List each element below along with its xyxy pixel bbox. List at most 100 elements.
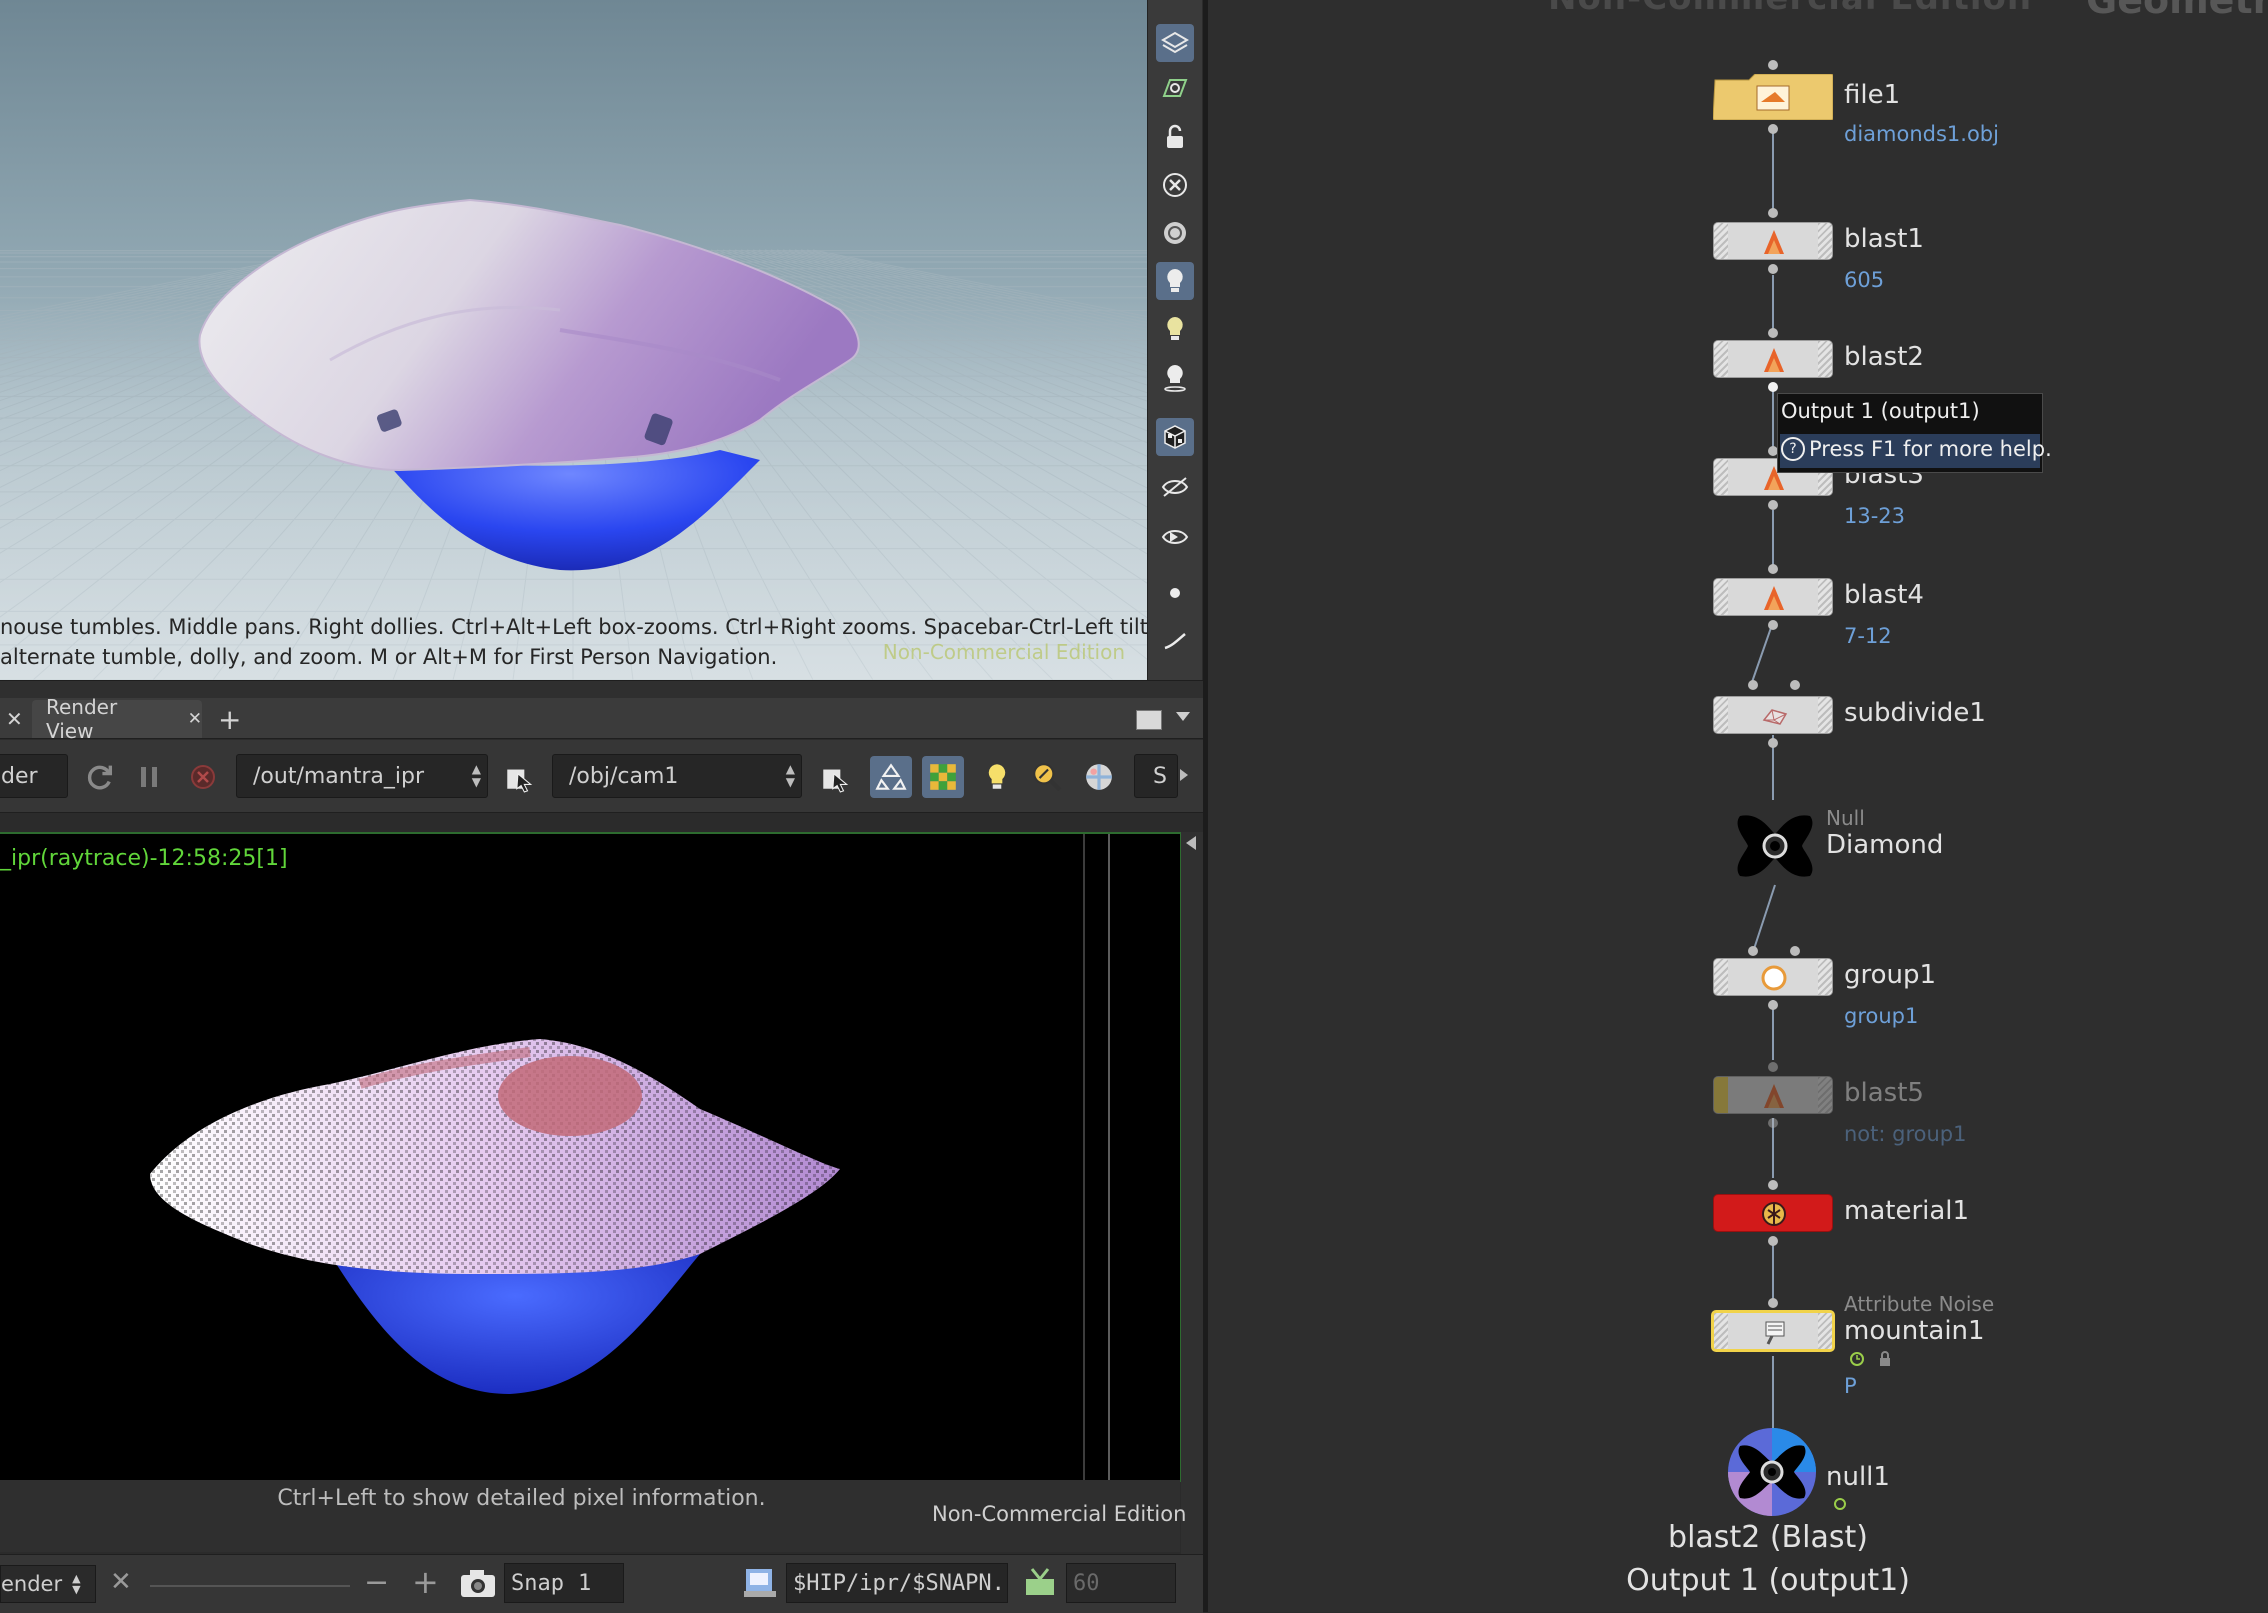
render-mode-select[interactable]: ender ▲ ▼ [0, 1565, 96, 1603]
overflow-label: S [1153, 763, 1167, 789]
render-button-label: der [1, 763, 38, 789]
save-frames-icon[interactable] [1020, 1565, 1060, 1601]
checker-icon[interactable] [1156, 418, 1194, 456]
lock-camera-icon[interactable] [1156, 118, 1194, 156]
network-editor[interactable]: Non-Commercial Edition Geometr file1 dia… [1208, 0, 2268, 1612]
tab-close-icon[interactable]: ✕ [188, 709, 202, 729]
overflow-field[interactable]: S [1134, 754, 1178, 798]
rop-path-field[interactable]: /out/mantra_ipr ▲ ▼ [236, 754, 488, 798]
maximize-pane-icon[interactable] [1136, 710, 1162, 730]
tab-render-view[interactable]: Render View ✕ [32, 695, 202, 743]
render-view-scrollbar[interactable] [1181, 832, 1203, 1554]
toolbar-overflow-chevron-icon[interactable] [1180, 769, 1188, 781]
blast5-input-port[interactable] [1768, 1062, 1778, 1072]
file1-input-port[interactable] [1768, 60, 1778, 70]
display-options-icon[interactable] [1156, 24, 1194, 62]
rop-path-value: /out/mantra_ipr [253, 763, 424, 789]
rop-path-spinner[interactable]: ▲ ▼ [472, 763, 481, 789]
auto-update-icon[interactable] [870, 756, 912, 798]
subdivide1-node[interactable] [1713, 696, 1833, 734]
rendered-rock-image [150, 1039, 840, 1394]
remove-icon[interactable] [1156, 166, 1194, 204]
viewport-help-line1: nouse tumbles. Middle pans. Right dollie… [0, 615, 1147, 639]
group1-input-port-1[interactable] [1748, 946, 1758, 956]
pick-camera-icon[interactable] [814, 756, 856, 798]
preview-light-icon[interactable] [976, 756, 1018, 798]
light-bulb-icon[interactable] [1156, 310, 1194, 348]
subdivide1-input-port-1[interactable] [1748, 680, 1758, 690]
stop-icon[interactable] [182, 756, 224, 798]
pause-icon[interactable] [128, 756, 170, 798]
pick-rop-icon[interactable] [498, 756, 540, 798]
snapshot-sphere-icon[interactable] [1078, 756, 1120, 798]
zoom-magnifier-icon[interactable] [1026, 756, 1068, 798]
blast4-output-port[interactable] [1768, 620, 1778, 630]
blast2-node[interactable] [1713, 340, 1833, 378]
zoom-in-icon[interactable]: + [412, 1563, 439, 1601]
view-eye-icon[interactable] [1156, 468, 1194, 506]
scene-viewport[interactable]: nouse tumbles. Middle pans. Right dollie… [0, 0, 1147, 680]
blast1-label: blast1 [1844, 224, 1924, 254]
render-button[interactable]: der [0, 754, 68, 798]
left-tab-close-icon[interactable]: ✕ [6, 700, 23, 738]
refresh-icon[interactable] [78, 756, 120, 798]
snapping-icon[interactable] [1156, 70, 1194, 108]
blast1-input-port[interactable] [1768, 208, 1778, 218]
null1-node[interactable] [1720, 1426, 1824, 1516]
clear-icon[interactable]: ✕ [110, 1567, 132, 1597]
output-path-field[interactable]: $HIP/ipr/$SNAPN. [786, 1563, 1008, 1603]
pixel-info-hint: Ctrl+Left to show detailed pixel informa… [277, 1486, 766, 1511]
camera-eye-icon[interactable] [1156, 518, 1194, 556]
file1-node[interactable] [1712, 73, 1834, 121]
null1-label: null1 [1826, 1462, 1890, 1492]
mountain1-input-port[interactable] [1768, 1298, 1778, 1308]
blast2-output-port[interactable] [1768, 382, 1778, 392]
exposure-slider[interactable] [150, 1585, 350, 1587]
group1-input-port-2[interactable] [1790, 946, 1800, 956]
add-tab-icon[interactable]: + [218, 700, 241, 738]
pane-menu-chevron-down-icon[interactable] [1176, 712, 1190, 721]
subdivide1-output-port[interactable] [1768, 738, 1778, 748]
pane-splitter[interactable] [0, 680, 1203, 699]
save-image-icon[interactable] [740, 1565, 780, 1601]
group1-output-port[interactable] [1768, 1000, 1778, 1010]
render-mode-label: ender [1, 1572, 63, 1596]
pen-icon[interactable] [1156, 622, 1194, 660]
camera-path-field[interactable]: /obj/cam1 ▲ ▼ [552, 754, 802, 798]
group1-node[interactable] [1713, 958, 1833, 996]
subdivide1-input-port-2[interactable] [1790, 680, 1800, 690]
blast3-output-port[interactable] [1768, 500, 1778, 510]
material1-node[interactable] [1713, 1194, 1833, 1232]
zoom-out-icon[interactable]: − [364, 1565, 389, 1600]
material1-output-port[interactable] [1768, 1236, 1778, 1246]
blast1-output-port[interactable] [1768, 264, 1778, 274]
blast4-input-port[interactable] [1768, 564, 1778, 574]
camera-path-spinner[interactable]: ▲ ▼ [786, 763, 795, 789]
snap-field[interactable]: Snap 1 [504, 1563, 624, 1603]
add-light-icon[interactable] [1156, 358, 1194, 396]
blast5-node[interactable] [1713, 1076, 1833, 1114]
dot-icon[interactable] [1156, 574, 1194, 612]
diamond-label: Diamond [1826, 830, 1944, 860]
material1-input-port[interactable] [1768, 1180, 1778, 1190]
blast5-label: blast5 [1844, 1078, 1924, 1108]
blast1-sub: 605 [1844, 268, 1885, 292]
help-icon: ? [1781, 437, 1805, 461]
file1-sub: diamonds1.obj [1844, 122, 1999, 146]
render-image-canvas[interactable] [0, 832, 1182, 1482]
render-bottom-bar: ender ▲ ▼ ✕ − + Snap 1 $HIP/ipr/$SNAPN. 6… [0, 1554, 1203, 1613]
frames-field[interactable]: 60 [1066, 1563, 1176, 1603]
blast5-output-port[interactable] [1768, 1118, 1778, 1128]
file1-output-port[interactable] [1768, 124, 1778, 134]
light-icon[interactable] [1156, 262, 1194, 300]
render-view-tab-bar: ✕ Render View ✕ + [0, 695, 1203, 743]
snapshot-camera-icon[interactable] [458, 1565, 498, 1601]
diamond-null-node[interactable] [1730, 810, 1820, 882]
blast4-node[interactable] [1713, 578, 1833, 616]
render-region-icon[interactable] [922, 756, 964, 798]
shading-icon[interactable] [1156, 214, 1194, 252]
blast1-node[interactable] [1713, 222, 1833, 260]
scroll-left-arrow-icon[interactable] [1186, 836, 1196, 850]
mountain1-node[interactable] [1711, 1310, 1835, 1352]
blast2-input-port[interactable] [1768, 328, 1778, 338]
